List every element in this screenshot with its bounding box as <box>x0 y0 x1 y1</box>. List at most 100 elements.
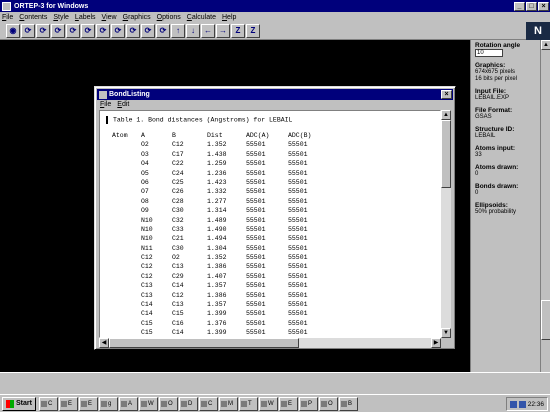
menu-labels[interactable]: Labels <box>75 14 96 21</box>
table-row: N11 C30 1.304 55501 55501 <box>100 245 440 254</box>
structure-id-label: Structure ID: <box>475 126 515 133</box>
menu-file[interactable]: File <box>2 14 13 21</box>
menu-help[interactable]: Help <box>222 14 236 21</box>
col-adc-a: ADC(A) <box>246 132 270 139</box>
rotate-icon[interactable]: ⟳ <box>81 23 95 38</box>
cell-adc-a: 55501 <box>246 235 266 243</box>
rotate-icon[interactable]: ⟳ <box>111 23 125 38</box>
taskbar-item[interactable]: T <box>238 396 258 411</box>
down-arrow-icon[interactable]: ↓ <box>186 23 200 38</box>
cell-a: O9 <box>141 207 149 215</box>
menu-style[interactable]: Style <box>53 14 69 21</box>
cell-a: O5 <box>141 169 149 177</box>
structure-id-value: LEBAIL <box>475 133 496 139</box>
rotate-icon[interactable]: ⟳ <box>96 23 110 38</box>
up-arrow-icon[interactable]: ↑ <box>171 23 185 38</box>
table-row: C12 O2 1.352 55501 55501 <box>100 254 440 263</box>
left-arrow-icon[interactable]: ← <box>201 23 215 38</box>
maximize-button[interactable]: □ <box>526 1 537 11</box>
table-row: O2 C12 1.352 55501 55501 <box>100 141 440 150</box>
scroll-up-icon[interactable]: ▲ <box>541 40 550 50</box>
taskbar-item[interactable]: D <box>178 396 198 411</box>
bond-listing-close-button[interactable]: × <box>441 90 452 99</box>
cell-adc-b: 55501 <box>288 188 308 196</box>
scroll-thumb[interactable] <box>541 300 550 340</box>
cell-adc-b: 55501 <box>288 225 308 233</box>
app-icon[interactable] <box>2 1 11 11</box>
scroll-up-icon[interactable]: ▲ <box>441 110 451 120</box>
volume-icon[interactable] <box>518 400 526 408</box>
menu-view[interactable]: View <box>102 14 117 21</box>
bond-listing-title-bar[interactable]: BondListing × <box>97 89 453 100</box>
scroll-left-icon[interactable]: ◀ <box>99 338 109 348</box>
palette-icon[interactable]: ◉ <box>6 23 20 38</box>
table-row: O5 C24 1.236 55501 55501 <box>100 170 440 179</box>
clock[interactable]: 22:36 <box>528 401 544 408</box>
main-vertical-scrollbar[interactable]: ▲ <box>540 40 550 372</box>
cell-dist: 1.376 <box>207 319 227 327</box>
bond-listing-vertical-scrollbar[interactable]: ▲ ▼ <box>441 110 451 338</box>
scroll-thumb[interactable] <box>441 120 451 188</box>
scroll-down-icon[interactable]: ▼ <box>441 328 451 338</box>
taskbar-item[interactable]: P <box>298 396 318 411</box>
bond-table: Atom A B Dist ADC(A) ADC(B) O2 C12 1.352 55… <box>100 132 440 337</box>
scroll-right-icon[interactable]: ▶ <box>431 338 441 348</box>
taskbar-item[interactable]: E <box>278 396 298 411</box>
menu-graphics[interactable]: Graphics <box>123 14 151 21</box>
cell-a: O6 <box>141 178 149 186</box>
taskbar-item[interactable]: O <box>318 396 338 411</box>
taskbar-item[interactable]: E <box>78 396 98 411</box>
menu-calculate[interactable]: Calculate <box>187 14 216 21</box>
cell-adc-b: 55501 <box>288 310 308 318</box>
rotate-x-icon[interactable]: ⟳ <box>21 23 35 38</box>
cell-dist: 1.357 <box>207 301 227 309</box>
rotate-icon[interactable]: ⟳ <box>66 23 80 38</box>
graphics-size: 674x675 pixels <box>475 69 516 75</box>
taskbar-item[interactable]: W <box>138 396 158 411</box>
table-row: N10 C32 1.489 55501 55501 <box>100 217 440 226</box>
scroll-thumb[interactable] <box>109 338 299 348</box>
rotate-y-icon[interactable]: ⟳ <box>36 23 50 38</box>
network-icon[interactable] <box>509 400 517 408</box>
zoom-in-icon[interactable]: Z <box>231 23 245 38</box>
zoom-out-icon[interactable]: Z <box>246 23 260 38</box>
start-button[interactable]: Start <box>2 396 36 411</box>
taskbar-item[interactable]: A <box>118 396 138 411</box>
bond-listing-horizontal-scrollbar[interactable]: ◀ ▶ <box>99 338 441 348</box>
table-row: C14 C13 1.357 55501 55501 <box>100 301 440 310</box>
cell-dist: 1.423 <box>207 178 227 186</box>
rotation-angle-input[interactable]: 10 <box>475 49 503 57</box>
taskbar-item[interactable]: C <box>38 396 58 411</box>
col-atom: Atom <box>112 132 128 139</box>
taskbar-item[interactable]: W <box>258 396 278 411</box>
rotate-icon[interactable]: ⟳ <box>126 23 140 38</box>
right-arrow-icon[interactable]: → <box>216 23 230 38</box>
cell-dist: 1.489 <box>207 216 227 224</box>
taskbar-item[interactable]: C <box>198 396 218 411</box>
rotate-z-icon[interactable]: ⟳ <box>51 23 65 38</box>
taskbar-item[interactable]: g <box>98 396 118 411</box>
cell-dist: 1.277 <box>207 197 227 205</box>
cell-adc-a: 55501 <box>246 216 266 224</box>
bond-listing-text[interactable]: Table 1. Bond distances (Angstroms) for … <box>99 110 441 338</box>
window-icon[interactable] <box>99 90 107 99</box>
close-button[interactable]: × <box>538 1 549 11</box>
rotate-icon[interactable]: ⟳ <box>156 23 170 38</box>
app-title-bar[interactable]: ORTEP-3 for Windows _ □ × <box>0 0 550 12</box>
cell-a: C14 <box>141 301 153 309</box>
taskbar-item[interactable]: M <box>218 396 238 411</box>
cell-adc-a: 55501 <box>246 272 266 280</box>
taskbar-item[interactable]: B <box>338 396 358 411</box>
taskbar-item[interactable]: E <box>58 396 78 411</box>
cell-dist: 1.399 <box>207 329 227 337</box>
menu-contents[interactable]: Contents <box>19 14 47 21</box>
rotate-icon[interactable]: ⟳ <box>141 23 155 38</box>
windows-logo-icon <box>6 399 14 408</box>
cell-b: C17 <box>172 150 184 158</box>
minimize-button[interactable]: _ <box>514 1 525 11</box>
menu-options[interactable]: Options <box>157 14 181 21</box>
bond-menu-edit[interactable]: Edit <box>117 101 129 108</box>
taskbar-item[interactable]: O <box>158 396 178 411</box>
bond-menu-file[interactable]: File <box>100 101 111 108</box>
bond-listing-menu: File Edit <box>97 100 453 109</box>
